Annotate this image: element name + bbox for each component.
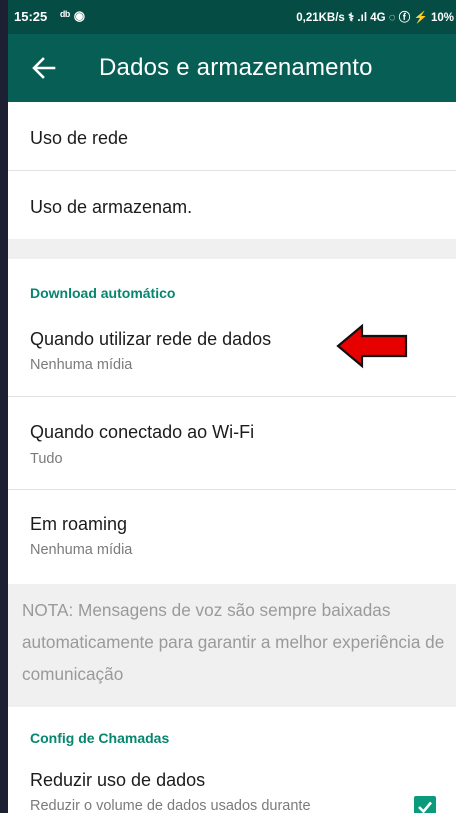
network-usage-label: Uso de rede — [30, 128, 129, 148]
calls-header: Config de Chamadas — [30, 730, 170, 746]
app-bar: Dados e armazenamento — [8, 34, 456, 102]
network-usage-item[interactable]: Uso de rede — [8, 102, 456, 170]
status-indicators: 0,21KB/s ⚕ .ıl 4G ◌ ⓕ ⚡ 10% — [296, 12, 454, 24]
auto-download-header: Download automático — [30, 285, 176, 301]
notification-icons: ᵈᵇ ◉ — [60, 8, 86, 23]
page-title: Dados e armazenamento — [99, 54, 373, 81]
roaming-item[interactable]: Em roaming Nenhuma mídia — [8, 490, 456, 584]
red-arrow-annotation — [336, 323, 408, 369]
wifi-subtitle: Tudo — [30, 451, 63, 467]
wifi-item[interactable]: Quando conectado ao Wi-Fi Tudo — [8, 397, 456, 489]
reduce-data-checkbox[interactable] — [414, 796, 436, 813]
reduce-data-title: Reduzir uso de dados — [30, 770, 206, 790]
mobile-data-item[interactable]: Quando utilizar rede de dados Nenhuma mí… — [8, 311, 456, 396]
mobile-data-subtitle: Nenhuma mídia — [30, 357, 133, 373]
status-bar: 15:25 ᵈᵇ ◉ 0,21KB/s ⚕ .ıl 4G ◌ ⓕ ⚡ 10% — [8, 0, 456, 34]
mobile-data-title: Quando utilizar rede de dados — [30, 329, 272, 349]
reduce-data-subtitle: Reduzir o volume de dados usados durante — [30, 798, 311, 813]
section-gap — [8, 239, 456, 259]
storage-usage-label: Uso de armazenam. — [30, 197, 193, 217]
roaming-title: Em roaming — [30, 514, 128, 534]
status-time: 15:25 — [14, 9, 48, 24]
checkmark-icon — [418, 801, 432, 813]
arrow-back-icon — [32, 57, 56, 79]
storage-usage-item[interactable]: Uso de armazenam. — [8, 171, 456, 239]
phone-screen: 15:25 ᵈᵇ ◉ 0,21KB/s ⚕ .ıl 4G ◌ ⓕ ⚡ 10% D… — [8, 0, 456, 813]
voice-note-text: NOTA: Mensagens de voz são sempre baixad… — [22, 600, 445, 684]
wifi-title: Quando conectado ao Wi-Fi — [30, 422, 255, 442]
roaming-subtitle: Nenhuma mídia — [30, 542, 133, 558]
back-button[interactable] — [28, 52, 60, 84]
reduce-data-item[interactable]: Reduzir uso de dados Reduzir o volume de… — [8, 760, 456, 813]
